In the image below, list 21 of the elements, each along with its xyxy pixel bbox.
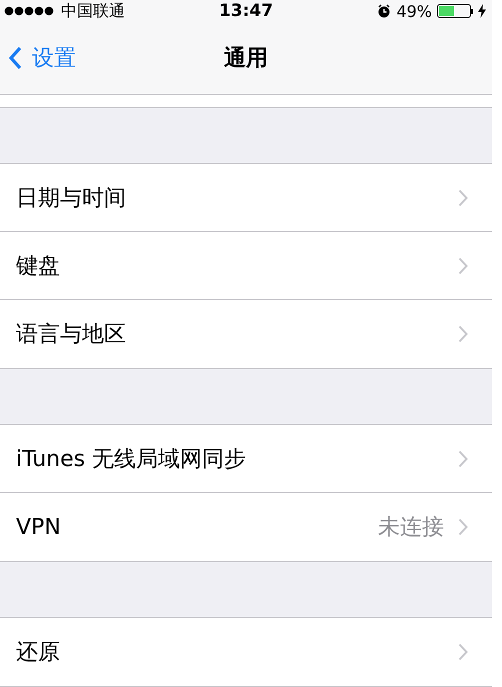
settings-row[interactable]: 日期与时间 (0, 164, 492, 232)
chevron-icon (458, 450, 468, 468)
page-title: 通用 (224, 45, 268, 73)
carrier-name: 中国联通 (61, 0, 125, 22)
settings-row[interactable]: 键盘 (0, 232, 492, 300)
battery-icon (437, 4, 473, 18)
battery-percent: 49% (396, 2, 432, 20)
chevron-icon (458, 188, 468, 206)
settings-row[interactable]: 语言与地区 (0, 300, 492, 368)
settings-row[interactable]: VPN 未连接 (0, 493, 492, 561)
status-time: 13:47 (218, 1, 274, 21)
settings-row[interactable]: iTunes 无线局域网同步 (0, 425, 492, 493)
settings-row[interactable]: 还原 (0, 618, 492, 686)
back-chevron-icon (8, 46, 22, 70)
chevron-icon (458, 325, 468, 343)
signal-icon (4, 6, 56, 16)
alarm-clock-icon (377, 4, 392, 18)
chevron-icon (458, 518, 468, 536)
back-button[interactable]: 设置 (0, 43, 76, 73)
chevron-icon (458, 256, 468, 274)
chevron-icon (458, 643, 468, 661)
